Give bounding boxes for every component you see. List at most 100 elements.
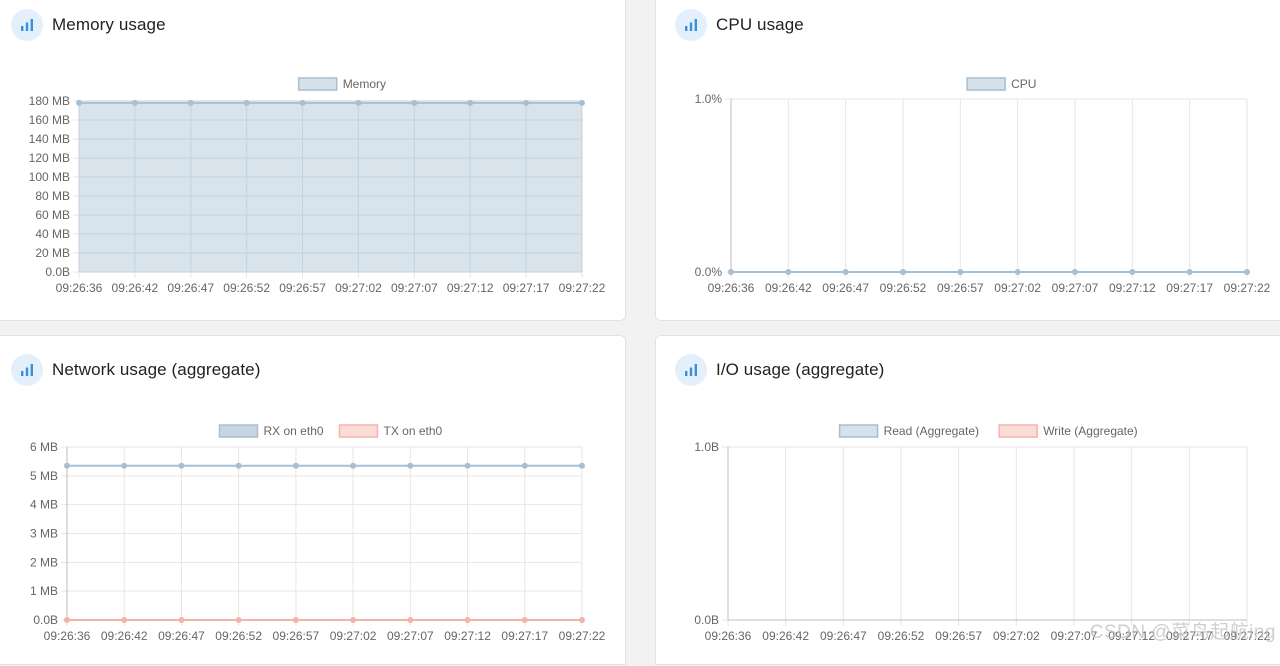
io-usage-panel: I/O usage (aggregate) 0.0B 1.0B 09:26:36 09… [655, 335, 1280, 665]
data-point [1072, 269, 1078, 275]
x-tick-label: 09:26:47 [167, 281, 214, 295]
x-tick-label: 09:26:36 [44, 629, 91, 643]
network-chart: 0.0B 1 MB 2 MB 3 MB 4 MB 5 MB 6 MB 09:26:36 09:2… [30, 424, 606, 643]
cpu-usage-panel: CPU usage 0.0% 1.0% 09:26:36 09:26:42 09:26:… [655, 0, 1280, 321]
x-tick-label: 09:26:36 [708, 281, 755, 295]
data-point [292, 617, 299, 623]
y-tick-label: 100 MB [29, 170, 70, 184]
x-tick-label: 09:26:57 [279, 281, 326, 295]
data-point [350, 617, 357, 623]
y-tick-label: 60 MB [35, 208, 70, 222]
legend-label: RX on eth0 [264, 424, 324, 438]
data-point [464, 617, 471, 623]
x-tick-label: 09:26:47 [820, 629, 867, 643]
data-point [407, 617, 414, 623]
legend-swatch [297, 77, 338, 91]
watermark: CSDN @菜鸟起航ing [1089, 622, 1276, 643]
data-point [235, 462, 242, 469]
plot-area: 0.0B 20 MB 40 MB 60 MB 80 MB 100 MB 120 MB 140 … [29, 94, 606, 295]
y-tick-label: 4 MB [30, 498, 58, 512]
x-tick-label: 09:26:52 [215, 629, 262, 643]
x-tick-label: 09:27:12 [447, 281, 494, 295]
data-point [187, 99, 194, 106]
legend-label: Memory [343, 77, 386, 91]
data-point [178, 617, 185, 623]
data-point [1014, 269, 1021, 275]
y-tick-label: 1.0% [695, 92, 723, 106]
legend-swatch [338, 424, 379, 438]
data-point [785, 269, 792, 275]
x-tick-label: 09:26:52 [223, 281, 270, 295]
data-point [235, 617, 242, 623]
network-usage-panel: Network usage (aggregate) 0.0B 1 MB 2 MB 3 … [0, 335, 626, 665]
series-area [79, 102, 582, 273]
data-point [121, 462, 128, 469]
data-point [299, 99, 306, 106]
y-tick-label: 20 MB [35, 246, 70, 260]
y-tick-label: 0.0B [694, 613, 719, 627]
x-tick-label: 09:26:42 [101, 629, 148, 643]
data-point [467, 99, 474, 106]
y-tick-label: 5 MB [30, 469, 58, 483]
data-point [292, 462, 299, 469]
data-point [76, 99, 82, 106]
x-tick-label: 09:26:57 [935, 629, 982, 643]
legend-swatch [998, 424, 1038, 438]
data-point [178, 462, 185, 469]
chart-legend: Read (Aggregate) Write (Aggregate) [838, 424, 1138, 438]
data-point [523, 99, 530, 106]
x-tick-label: 09:26:47 [822, 281, 869, 295]
data-point [64, 617, 70, 623]
data-point [579, 462, 585, 469]
y-tick-label: 0.0B [45, 265, 70, 279]
legend-swatch [966, 77, 1006, 91]
memory-usage-panel: Memory usage 0.0B 20 MB 40 MB 60 MB 80 MB 100… [0, 0, 626, 321]
plot-area: 0.0B 1.0B 09:26:36 09:26:42 09:26:47 09:26:52… [694, 440, 1270, 643]
x-tick-label: 09:26:57 [937, 281, 984, 295]
data-point [64, 462, 70, 469]
data-point [957, 269, 964, 275]
y-tick-label: 3 MB [30, 527, 58, 541]
x-tick-label: 09:27:07 [391, 281, 438, 295]
y-tick-label: 0.0% [695, 265, 723, 279]
x-tick-label: 09:26:52 [880, 281, 927, 295]
x-tick-label: 09:27:12 [1109, 281, 1156, 295]
data-point [521, 617, 528, 623]
data-point [131, 99, 138, 106]
data-point [121, 617, 128, 623]
data-point [411, 99, 418, 106]
y-tick-label: 80 MB [35, 189, 70, 203]
legend-label: Read (Aggregate) [884, 424, 979, 438]
x-tick-label: 09:26:52 [878, 629, 925, 643]
x-tick-label: 09:27:22 [559, 281, 606, 295]
data-point [1186, 269, 1193, 275]
y-tick-label: 180 MB [29, 94, 70, 108]
x-tick-label: 09:26:42 [762, 629, 809, 643]
chart-legend: Memory [297, 77, 386, 91]
y-tick-label: 0.0B [33, 613, 58, 627]
data-point [1129, 269, 1136, 275]
legend-label: TX on eth0 [384, 424, 443, 438]
plot-area: 0.0% 1.0% 09:26:36 09:26:42 09:26:47 09:26:52… [695, 92, 1271, 295]
data-point [1244, 269, 1250, 275]
x-tick-label: 09:26:42 [765, 281, 812, 295]
data-point [579, 99, 585, 106]
x-tick-label: 09:27:17 [503, 281, 550, 295]
data-point [900, 269, 906, 275]
cpu-chart: 0.0% 1.0% 09:26:36 09:26:42 09:26:47 09:26:52… [695, 77, 1271, 295]
chart-legend: CPU [966, 77, 1036, 91]
x-tick-label: 09:27:07 [387, 629, 434, 643]
data-point [243, 99, 250, 106]
y-tick-label: 40 MB [35, 227, 70, 241]
y-tick-label: 1 MB [30, 584, 58, 598]
data-point [407, 462, 414, 469]
data-point [842, 269, 849, 275]
x-tick-label: 09:27:12 [444, 629, 491, 643]
data-point [355, 99, 362, 106]
y-tick-label: 140 MB [29, 132, 70, 146]
y-tick-label: 6 MB [30, 440, 58, 454]
data-point [350, 462, 357, 469]
data-point [728, 269, 734, 275]
x-tick-label: 09:27:02 [335, 281, 382, 295]
plot-area: 0.0B 1 MB 2 MB 3 MB 4 MB 5 MB 6 MB 09:26:36 09:2… [30, 440, 606, 643]
